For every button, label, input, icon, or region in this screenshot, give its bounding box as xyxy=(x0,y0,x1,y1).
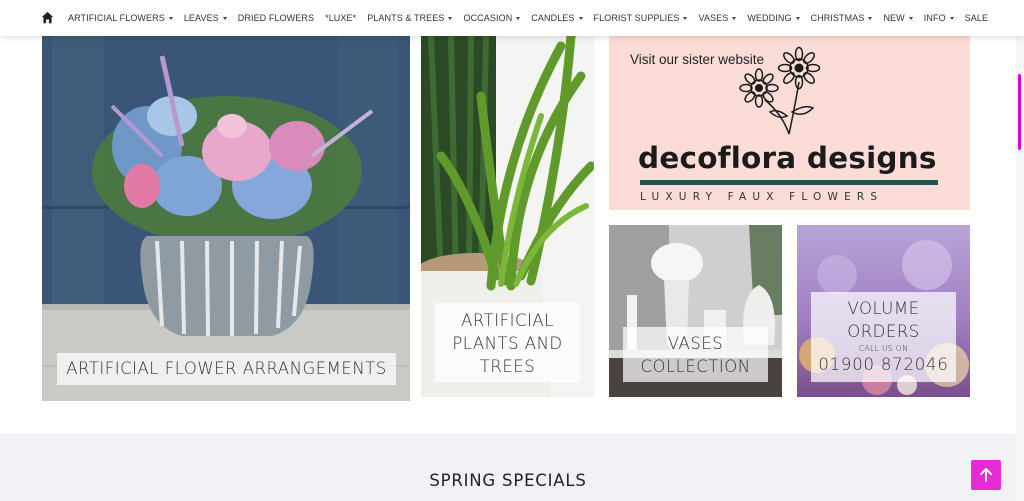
tile-caption: VASES COLLECTION xyxy=(623,327,768,382)
nav-item-label: ARTIFICIAL FLOWERS xyxy=(68,13,165,23)
home-icon[interactable] xyxy=(41,11,54,24)
caret-down-icon xyxy=(168,16,173,20)
spring-specials-section: SPRING SPECIALS xyxy=(0,434,1016,501)
sister-website-banner[interactable]: Visit our sister website decoflora desig… xyxy=(609,36,970,210)
tile-artificial-flower-arrangements[interactable]: ARTIFICIAL FLOWER ARRANGEMENTS xyxy=(42,36,410,401)
nav-item-label: CANDLES xyxy=(531,13,575,23)
caret-down-icon xyxy=(868,16,873,20)
caret-down-icon xyxy=(732,16,737,20)
nav-item[interactable]: WEDDING xyxy=(747,0,800,36)
caret-down-icon xyxy=(908,16,913,20)
phone-number[interactable]: 01900 872046 xyxy=(811,354,956,376)
nav-item-label: *LUXE* xyxy=(325,13,357,23)
nav-item-label: FLORIST SUPPLIES xyxy=(593,13,680,23)
caret-down-icon xyxy=(683,16,688,20)
caption-line: PLANTS AND xyxy=(452,334,563,353)
caption-line: COLLECTION xyxy=(640,357,751,376)
nav-item-label: DRIED FLOWERS xyxy=(237,13,315,23)
tile-volume-orders[interactable]: VOLUME ORDERS CALL US ON 01900 872046 xyxy=(797,225,970,397)
tile-caption: VOLUME ORDERS CALL US ON 01900 872046 xyxy=(811,292,956,382)
tile-caption: ARTIFICIAL FLOWER ARRANGEMENTS xyxy=(57,353,396,385)
nav-item-label: VASES xyxy=(698,13,729,23)
nav-item[interactable]: CHRISTMAS xyxy=(811,0,873,36)
caret-down-icon xyxy=(578,16,583,20)
tile-caption: ARTIFICIAL PLANTS AND TREES xyxy=(435,303,580,382)
nav-item[interactable]: CANDLES xyxy=(531,0,583,36)
sunflower-illustration-icon xyxy=(739,46,821,135)
nav-item-label: PLANTS & TREES xyxy=(367,13,445,23)
nav-item-label: CHRISTMAS xyxy=(810,13,865,23)
back-to-top-button[interactable] xyxy=(971,460,1001,490)
nav-item[interactable]: VASES xyxy=(698,0,737,36)
caption-line: ARTIFICIAL xyxy=(461,311,554,330)
caret-down-icon xyxy=(222,16,227,20)
scrollbar-thumb[interactable] xyxy=(1018,74,1021,150)
nav-item-label: NEW xyxy=(883,13,905,23)
top-navigation: ARTIFICIAL FLOWERS LEAVES DRIED FLOWERS *LU… xyxy=(0,0,1024,36)
nav-item[interactable]: INFO xyxy=(924,0,954,36)
nav-item[interactable]: DRIED FLOWERS xyxy=(238,0,314,36)
nav-item-label: LEAVES xyxy=(183,13,219,23)
nav-item-label: OCCASION xyxy=(463,13,513,23)
caret-down-icon xyxy=(516,16,521,20)
volume-title-line: VOLUME xyxy=(847,299,920,318)
nav-item[interactable]: PLANTS & TREES xyxy=(367,0,453,36)
tile-artificial-plants-and-trees[interactable]: ARTIFICIAL PLANTS AND TREES xyxy=(421,36,594,397)
nav-item[interactable]: SALE xyxy=(965,0,988,36)
arrow-up-icon xyxy=(980,468,992,482)
nav-item[interactable]: FLORIST SUPPLIES xyxy=(594,0,688,36)
main-menu: ARTIFICIAL FLOWERS LEAVES DRIED FLOWERS *LU… xyxy=(68,0,999,36)
caret-down-icon xyxy=(949,16,954,20)
nav-item-label: INFO xyxy=(923,13,946,23)
nav-item[interactable]: *LUXE* xyxy=(325,0,356,36)
tile-vases-collection[interactable]: VASES COLLECTION xyxy=(609,225,782,397)
nav-item[interactable]: ARTIFICIAL FLOWERS xyxy=(68,0,173,36)
nav-item[interactable]: LEAVES xyxy=(184,0,227,36)
sister-brand-tagline: LUXURY FAUX FLOWERS xyxy=(640,191,884,203)
caption-line: TREES xyxy=(479,357,536,376)
nav-item[interactable]: NEW xyxy=(883,0,913,36)
caption-line: VASES xyxy=(667,334,724,353)
call-us-label: CALL US ON xyxy=(858,344,909,353)
caret-down-icon xyxy=(795,16,800,20)
nav-item[interactable]: OCCASION xyxy=(463,0,521,36)
flower-arrangement-image xyxy=(42,36,410,401)
brand-divider xyxy=(640,180,938,185)
nav-item-label: WEDDING xyxy=(747,13,792,23)
section-title: SPRING SPECIALS xyxy=(429,471,587,490)
volume-title-line: ORDERS xyxy=(847,322,920,341)
caret-down-icon xyxy=(448,16,453,20)
sister-brand-name: decoflora designs xyxy=(638,141,937,175)
nav-item-label: SALE xyxy=(964,13,989,23)
